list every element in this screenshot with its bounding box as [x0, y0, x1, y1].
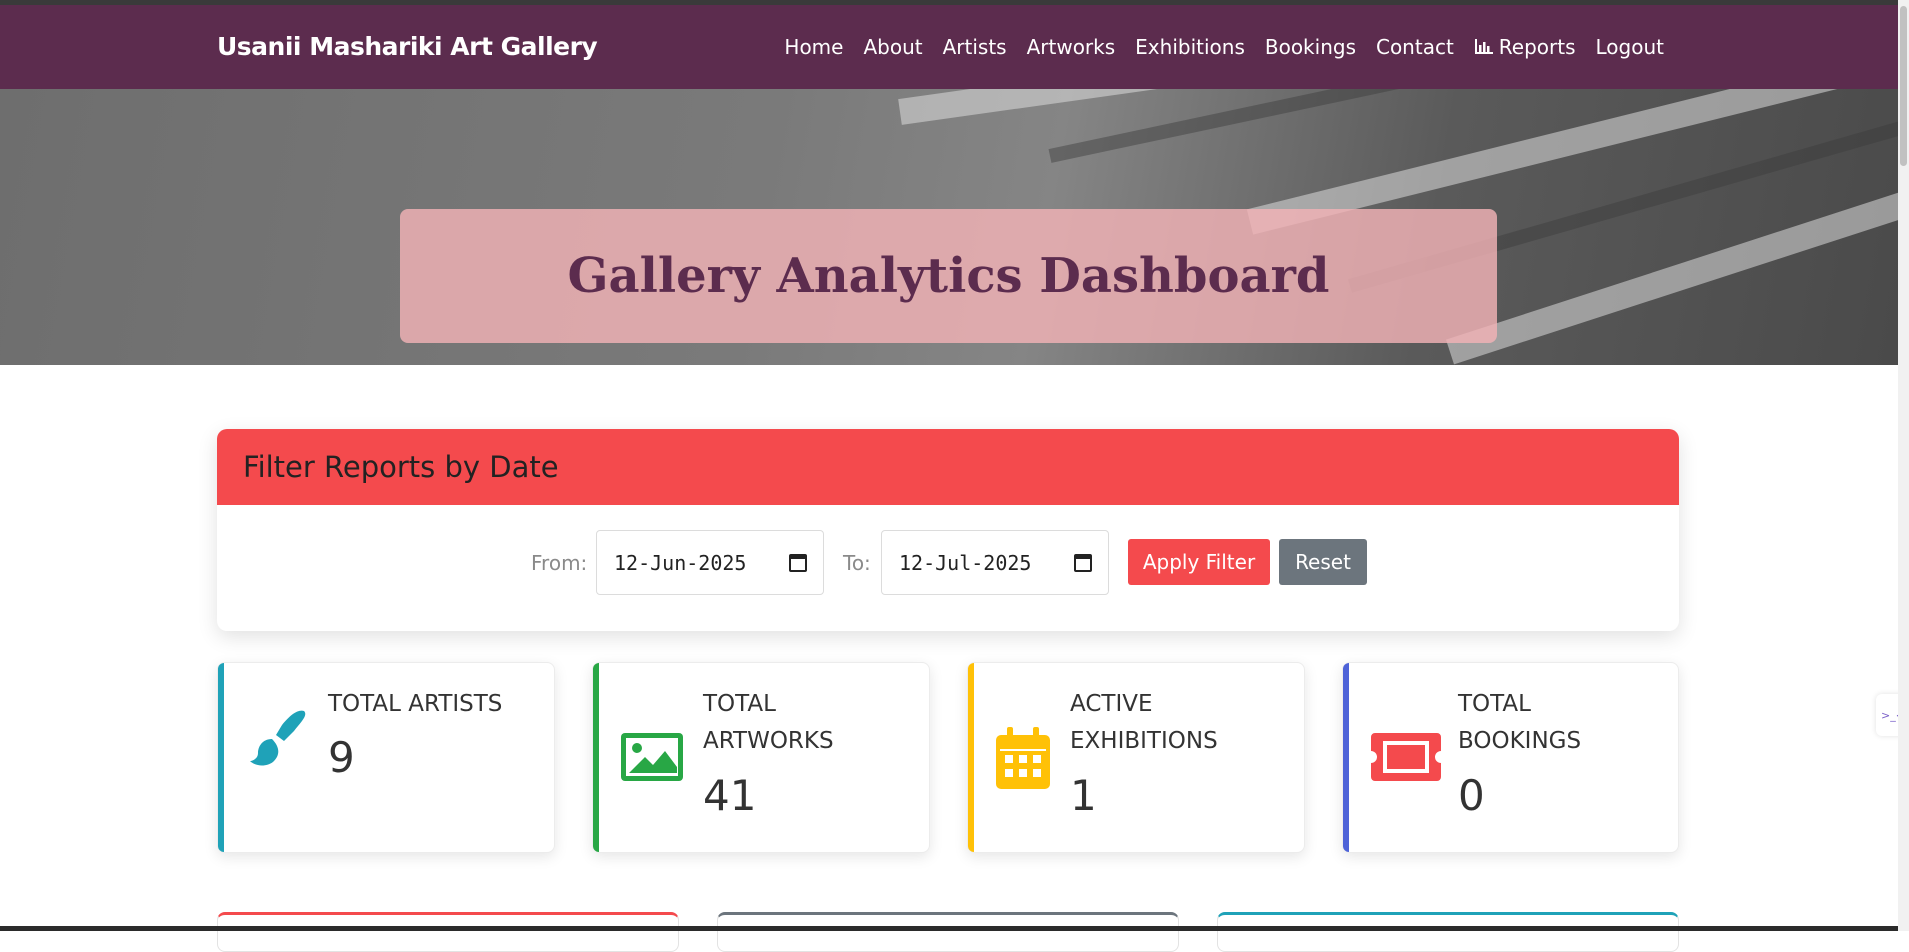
paint-brush-icon	[250, 710, 306, 766]
nav-logout[interactable]: Logout	[1596, 35, 1664, 59]
brand-logo-text[interactable]: Usanii Mashariki Art Gallery	[217, 32, 598, 61]
nav-bookings[interactable]: Bookings	[1265, 35, 1356, 59]
page-title: Gallery Analytics Dashboard	[567, 248, 1330, 304]
hero-title-box: Gallery Analytics Dashboard	[400, 209, 1497, 343]
stat-label-line1: ACTIVE	[1070, 691, 1153, 717]
navbar: Usanii Mashariki Art Gallery Home About …	[0, 5, 1898, 89]
chart-bar-icon	[1474, 39, 1493, 54]
taskbar-edge	[0, 926, 1898, 931]
nav-reports-label: Reports	[1498, 35, 1576, 59]
stat-label-line2: EXHIBITIONS	[1070, 728, 1218, 754]
stat-value: 0	[1458, 771, 1485, 820]
stat-value: 1	[1070, 771, 1097, 820]
stat-label-line2: BOOKINGS	[1458, 728, 1582, 754]
from-date-input[interactable]: 12-Jun-2025	[596, 530, 824, 595]
stat-card-accent-bar	[593, 663, 599, 852]
stat-label-line2: ARTWORKS	[703, 728, 834, 754]
nav-contact[interactable]: Contact	[1376, 35, 1454, 59]
stat-card-accent-bar	[218, 663, 224, 852]
calendar-picker-icon[interactable]	[1074, 553, 1092, 572]
apply-filter-button[interactable]: Apply Filter	[1128, 539, 1270, 585]
nav-artists[interactable]: Artists	[943, 35, 1007, 59]
from-date-value: 12-Jun-2025	[614, 550, 747, 575]
image-icon	[621, 733, 683, 781]
hero-banner: Gallery Analytics Dashboard	[0, 89, 1898, 365]
stat-card-accent-bar	[1343, 663, 1349, 852]
stat-card-accent-bar	[968, 663, 974, 852]
stat-card-artists: TOTAL ARTISTS 9	[217, 662, 555, 853]
stat-label-line1: TOTAL	[703, 691, 776, 717]
chart-card-partial	[717, 912, 1179, 952]
stat-label: TOTAL ARTISTS	[328, 691, 503, 717]
filter-card-title: Filter Reports by Date	[243, 450, 559, 484]
to-label: To:	[843, 551, 871, 575]
stat-label-line1: TOTAL	[1458, 691, 1531, 717]
to-date-input[interactable]: 12-Jul-2025	[881, 530, 1109, 595]
filter-card-header: Filter Reports by Date	[217, 429, 1679, 505]
stat-value: 9	[328, 733, 355, 782]
nav-home[interactable]: Home	[784, 35, 843, 59]
stat-card-exhibitions: ACTIVE EXHIBITIONS 1	[967, 662, 1305, 853]
stat-value: 41	[703, 771, 757, 820]
calendar-picker-icon[interactable]	[789, 553, 807, 572]
chart-card-partial	[1217, 912, 1679, 952]
stat-card-artworks: TOTAL ARTWORKS 41	[592, 662, 930, 853]
page-scrollbar-thumb[interactable]	[1900, 6, 1907, 166]
reset-button[interactable]: Reset	[1279, 539, 1367, 585]
nav-exhibitions[interactable]: Exhibitions	[1135, 35, 1245, 59]
ticket-icon	[1371, 733, 1441, 781]
calendar-icon	[996, 727, 1050, 789]
stat-card-bookings: TOTAL BOOKINGS 0	[1342, 662, 1679, 853]
nav-reports[interactable]: Reports	[1474, 35, 1576, 59]
main-nav: Home About Artists Artworks Exhibitions …	[784, 35, 1664, 59]
to-date-value: 12-Jul-2025	[899, 550, 1032, 575]
nav-artworks[interactable]: Artworks	[1027, 35, 1116, 59]
chart-card-partial	[217, 912, 679, 952]
nav-about[interactable]: About	[863, 35, 922, 59]
from-label: From:	[531, 551, 588, 575]
